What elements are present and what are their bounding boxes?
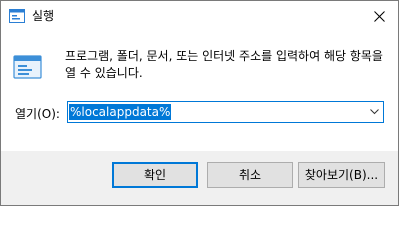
run-dialog: 실행 프로그램, 폴더, 문서, 또는 인터넷 주소를 입력하여 해당 항목을 …	[0, 0, 399, 206]
title-bar[interactable]: 실행	[1, 1, 398, 32]
run-app-icon	[13, 54, 43, 82]
close-icon	[374, 11, 385, 22]
run-dialog-icon	[9, 9, 25, 23]
chevron-down-icon	[370, 109, 379, 115]
window-title: 실행	[32, 9, 55, 23]
open-label: 열기(O):	[15, 107, 60, 121]
open-combobox[interactable]: %localappdata%	[67, 101, 384, 123]
cancel-button[interactable]: 취소	[207, 162, 293, 188]
ok-button[interactable]: 확인	[112, 162, 198, 188]
instruction-text: 프로그램, 폴더, 문서, 또는 인터넷 주소를 입력하여 해당 항목을 열 수…	[65, 49, 383, 80]
dialog-content: 프로그램, 폴더, 문서, 또는 인터넷 주소를 입력하여 해당 항목을 열 수…	[1, 32, 398, 151]
browse-button[interactable]: 찾아보기(B)...	[298, 162, 385, 188]
dropdown-button[interactable]	[366, 103, 382, 121]
open-input[interactable]: %localappdata%	[69, 104, 172, 120]
close-button[interactable]	[362, 1, 398, 32]
